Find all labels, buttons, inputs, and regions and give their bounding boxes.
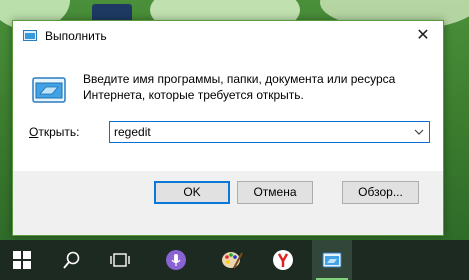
taskbar-app-paint[interactable] xyxy=(211,240,251,280)
cortana-button[interactable] xyxy=(156,240,196,280)
task-view-icon xyxy=(110,253,130,267)
close-icon: ✕ xyxy=(416,27,430,44)
close-button[interactable]: ✕ xyxy=(411,24,435,48)
yandex-browser-icon xyxy=(273,250,293,270)
dialog-description: Введите имя программы, папки, документа … xyxy=(83,72,396,102)
microphone-icon xyxy=(166,250,186,270)
taskbar xyxy=(0,240,469,280)
search-button[interactable] xyxy=(52,240,92,280)
open-combobox[interactable] xyxy=(109,121,430,143)
dialog-title: Выполнить xyxy=(45,29,107,43)
chevron-down-icon[interactable] xyxy=(413,125,425,139)
dialog-footer: OK Отмена Обзор... xyxy=(13,171,443,235)
title-bar[interactable]: Выполнить ✕ xyxy=(13,21,443,51)
command-input[interactable] xyxy=(114,124,404,140)
paint-palette-icon xyxy=(222,252,243,269)
run-app-icon xyxy=(23,30,37,41)
run-program-icon xyxy=(32,77,66,103)
ok-button[interactable]: OK xyxy=(154,181,230,204)
start-button[interactable] xyxy=(2,240,42,280)
cancel-button[interactable]: Отмена xyxy=(237,181,313,204)
run-dialog: Выполнить ✕ Введите имя программы, папки… xyxy=(12,20,444,236)
open-label: Открыть: xyxy=(29,125,80,139)
run-dialog-icon xyxy=(322,252,342,268)
taskbar-app-run[interactable] xyxy=(312,240,352,280)
windows-start-icon xyxy=(13,251,31,269)
browse-button[interactable]: Обзор... xyxy=(342,181,419,204)
search-icon xyxy=(63,251,80,269)
taskbar-app-yandex[interactable] xyxy=(263,240,303,280)
task-view-button[interactable] xyxy=(100,240,140,280)
